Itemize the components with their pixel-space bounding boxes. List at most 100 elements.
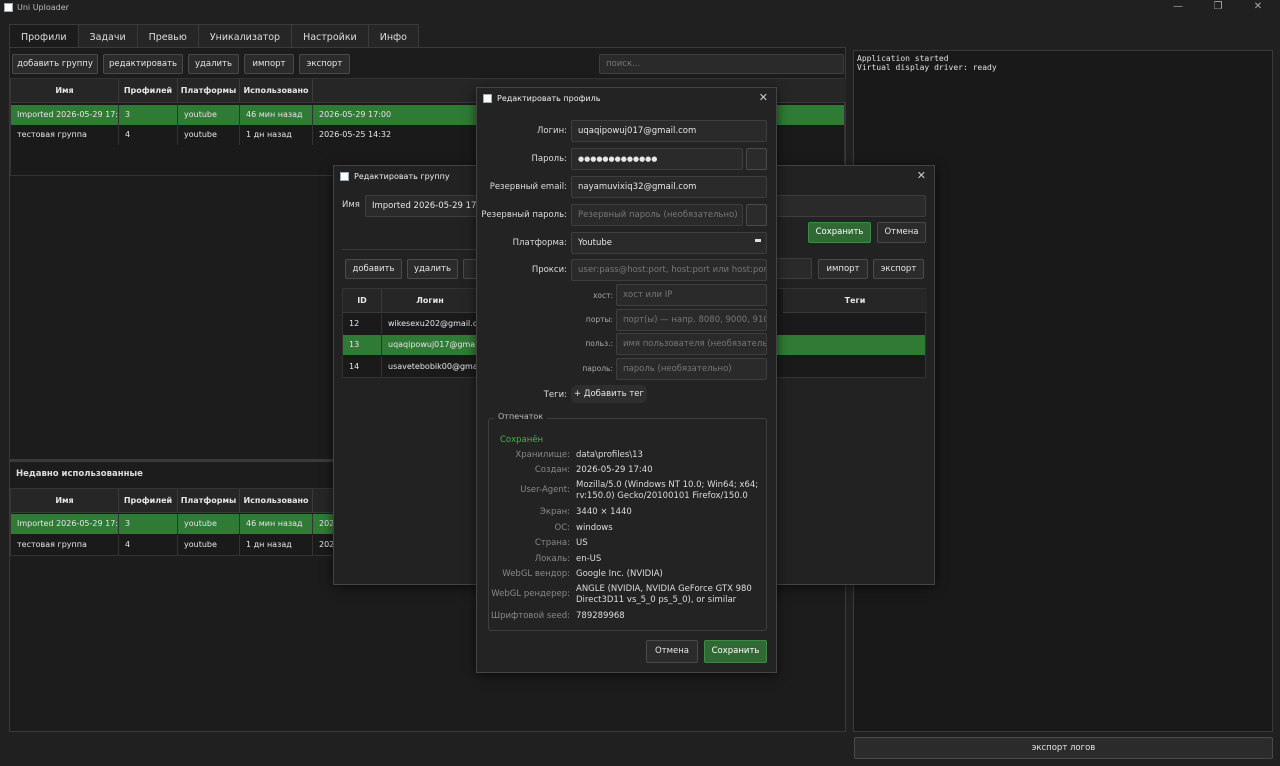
- platform-select[interactable]: Youtube: [571, 232, 767, 254]
- name-label: Имя: [342, 200, 360, 210]
- cell: тестовая группа: [11, 535, 119, 555]
- font-seed-value: 789289968: [576, 611, 625, 621]
- cell: wikesexu202@gmail.com: [388, 319, 479, 328]
- proxy-user-input[interactable]: имя пользователя (необязательно): [616, 333, 767, 355]
- profile-save-button[interactable]: Сохранить: [704, 640, 767, 663]
- ports-label: порты:: [585, 315, 613, 324]
- cell: usavetebobik00@gmail.c: [388, 362, 479, 371]
- screen-key: Экран:: [539, 507, 570, 517]
- cell: 1 дн назад: [240, 535, 313, 555]
- ua-value-line1: Mozilla/5.0 (Windows NT 10.0; Win64; x64…: [576, 480, 759, 490]
- column-header[interactable]: Логин: [382, 289, 479, 313]
- dialog-icon: [483, 94, 492, 103]
- more-button[interactable]: [463, 259, 477, 279]
- country-key: Страна:: [534, 538, 570, 548]
- cell: 14: [343, 357, 382, 377]
- host-label: хост:: [592, 291, 613, 300]
- delete-button[interactable]: удалить: [188, 54, 239, 74]
- column-header[interactable]: Профилей: [119, 489, 178, 513]
- close-icon[interactable]: ✕: [917, 169, 926, 182]
- show-password-button[interactable]: [746, 148, 767, 170]
- add-group-button[interactable]: добавить группу: [12, 54, 98, 74]
- host-input[interactable]: хост или IP: [616, 284, 767, 306]
- filter-input[interactable]: [774, 258, 812, 279]
- delete-profile-button[interactable]: удалить: [407, 259, 458, 279]
- login-input[interactable]: uqaqipowuj017@gmail.com: [571, 120, 767, 142]
- proxy-input[interactable]: user:pass@host:port, host:port или host:…: [571, 259, 767, 281]
- group-export-button[interactable]: экспорт: [873, 259, 924, 279]
- tags-label: Теги:: [543, 390, 567, 400]
- column-header[interactable]: Теги: [783, 289, 927, 313]
- cell: uqaqipowuj017@gmail.c: [388, 340, 479, 349]
- column-header[interactable]: ID: [343, 289, 382, 313]
- log-line: Application started: [857, 54, 949, 63]
- column-header[interactable]: Использовано: [240, 489, 313, 513]
- locale-key: Локаль:: [534, 554, 570, 564]
- user-label: польз.:: [585, 339, 613, 348]
- tab-tasks[interactable]: Задачи: [77, 24, 138, 49]
- webgl-renderer-key: WebGL рендерер:: [491, 589, 570, 599]
- tab-profiles[interactable]: Профили: [9, 24, 79, 49]
- cell: 46 мин назад: [240, 514, 313, 534]
- backup-email-label: Резервный email:: [489, 182, 567, 192]
- minimize-button[interactable]: —: [1158, 0, 1198, 16]
- tab-uniqualizer[interactable]: Уникализатор: [197, 24, 293, 49]
- show-backup-password-button[interactable]: [746, 204, 767, 226]
- country-value: US: [576, 538, 588, 548]
- ports-input[interactable]: порт(ы) — напр. 8080, 9000, 910...: [616, 309, 767, 331]
- tab-settings[interactable]: Настройки: [291, 24, 369, 49]
- cell: 1 дн назад: [240, 125, 313, 145]
- cell: 12: [343, 314, 382, 334]
- platform-label: Платформа:: [512, 238, 567, 248]
- storage-key: Хранилище:: [515, 450, 570, 460]
- cell: 4: [119, 125, 178, 145]
- cell: youtube: [178, 125, 240, 145]
- login-label: Логин:: [536, 126, 567, 136]
- add-tag-button[interactable]: + Добавить тег: [571, 385, 647, 403]
- webgl-renderer-value-line2: Direct3D11 vs_5_0 ps_5_0), or similar: [576, 595, 737, 605]
- cell: 13: [343, 335, 382, 355]
- dialog-title: Редактировать группу: [354, 172, 450, 181]
- fingerprint-group: Отпечаток Сохранён Хранилище: data\profi…: [488, 412, 767, 631]
- recent-title: Недавно использованные: [16, 469, 143, 479]
- tab-preview[interactable]: Превью: [136, 24, 199, 49]
- backup-password-input[interactable]: Резервный пароль (необязательно): [571, 204, 743, 226]
- export-logs-button[interactable]: экспорт логов: [854, 737, 1273, 759]
- backup-email-input[interactable]: nayamuvixiq32@gmail.com: [571, 176, 767, 198]
- column-header[interactable]: Использовано: [240, 79, 313, 103]
- edit-button[interactable]: редактировать: [103, 54, 183, 74]
- group-save-button[interactable]: Сохранить: [808, 222, 871, 243]
- proxy-password-input[interactable]: пароль (необязательно): [616, 358, 767, 380]
- tab-info[interactable]: Инфо: [367, 24, 419, 49]
- webgl-vendor-key: WebGL вендор:: [502, 569, 570, 579]
- divider: [342, 249, 477, 250]
- proxy-label: Прокси:: [531, 265, 567, 275]
- column-header[interactable]: Платформы: [178, 489, 240, 513]
- column-header[interactable]: Профилей: [119, 79, 178, 103]
- chevron-down-icon: [755, 239, 761, 242]
- group-name-input-tail[interactable]: [774, 195, 926, 217]
- group-import-button[interactable]: импорт: [818, 259, 868, 279]
- profile-cancel-button[interactable]: Отмена: [646, 640, 698, 663]
- column-header[interactable]: Имя: [11, 489, 119, 513]
- close-icon[interactable]: ✕: [759, 91, 768, 104]
- maximize-button[interactable]: ❐: [1198, 0, 1238, 16]
- cell: Imported 2026-05-29 17:00: [11, 105, 119, 125]
- group-name-input[interactable]: Imported 2026-05-29 17:00: [365, 195, 480, 217]
- column-header[interactable]: Платформы: [178, 79, 240, 103]
- os-value: windows: [576, 523, 613, 533]
- main-tabs: Профили Задачи Превью Уникализатор Настр…: [9, 24, 419, 49]
- group-cancel-button[interactable]: Отмена: [877, 222, 926, 243]
- created-value: 2026-05-29 17:40: [576, 465, 653, 475]
- cell: 3: [119, 105, 178, 125]
- cell: youtube: [178, 514, 240, 534]
- add-profile-button[interactable]: добавить: [345, 259, 402, 279]
- edit-profile-dialog: Редактировать профиль ✕ Логин: uqaqipowu…: [476, 87, 777, 673]
- search-input[interactable]: поиск...: [599, 54, 844, 74]
- column-header[interactable]: Имя: [11, 79, 119, 103]
- import-button[interactable]: импорт: [244, 54, 294, 74]
- password-input[interactable]: ●●●●●●●●●●●●●: [571, 148, 743, 170]
- export-button[interactable]: экспорт: [299, 54, 350, 74]
- close-window-button[interactable]: ✕: [1238, 0, 1278, 16]
- ua-key: User-Agent:: [520, 485, 570, 495]
